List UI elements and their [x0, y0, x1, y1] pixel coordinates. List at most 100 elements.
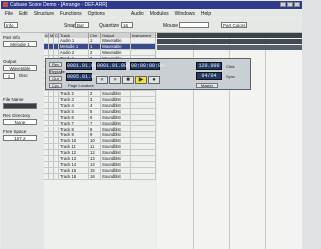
track-name-cell: Track 10	[59, 138, 89, 144]
tempo-display[interactable]: 120.000	[196, 62, 222, 70]
track-instrument-cell	[131, 114, 156, 120]
track-instrument-cell	[131, 91, 156, 96]
channel-field[interactable]: 1	[3, 73, 15, 79]
file-name-field[interactable]	[3, 103, 37, 109]
menu-options[interactable]: Options	[88, 11, 105, 17]
track-channel-cell: 1	[89, 38, 101, 43]
track-channel-cell: 14	[89, 161, 101, 167]
punch-out-button[interactable]: Out	[49, 76, 62, 81]
left-locator-display[interactable]: 0001.01.000	[66, 62, 100, 70]
track-instrument-cell	[131, 138, 156, 144]
menu-edit[interactable]: Edit	[19, 11, 28, 17]
track-name-cell: Track 4	[59, 102, 89, 108]
punch-in-button[interactable]: Rec	[49, 62, 62, 67]
menu-audio[interactable]: Audio	[131, 11, 144, 17]
track-name-cell: Track 3	[59, 97, 89, 102]
track-output-cell: Soundblst	[101, 102, 131, 108]
menu-file[interactable]: File	[5, 11, 13, 17]
track-channel-cell: 8	[89, 126, 101, 132]
track-channel-cell: 1	[89, 43, 101, 49]
quantize-label: Quantize	[99, 23, 120, 29]
right-locator-display[interactable]: 0005.01.000	[66, 73, 100, 81]
track-name-cell: Track 16	[59, 173, 89, 179]
stop-button[interactable]: ■	[122, 76, 134, 84]
track-name-cell: Track 9	[59, 132, 89, 138]
track-channel-cell: 2	[89, 49, 101, 55]
track-name-cell: Track 5	[59, 108, 89, 114]
track-output-cell: Wavetable	[101, 43, 131, 49]
track-instrument-cell	[131, 97, 156, 102]
track-instrument-cell	[131, 43, 156, 49]
track-output-cell: Soundblst	[101, 132, 131, 138]
track-name-cell: Track 15	[59, 167, 89, 173]
info-toggle[interactable]: Info	[4, 22, 18, 28]
part-melodie[interactable]	[157, 39, 302, 44]
track-instrument-cell	[131, 144, 156, 150]
track-channel-cell: 2	[89, 91, 101, 96]
track-instrument-cell	[131, 156, 156, 161]
output-select[interactable]: Wavetable	[3, 65, 37, 71]
track-channel-cell: 10	[89, 138, 101, 144]
track-name-cell: Audio 2	[59, 49, 89, 55]
track-instrument-cell	[131, 173, 156, 179]
forward-button[interactable]: »	[109, 76, 121, 84]
track-channel-cell: 15	[89, 167, 101, 173]
menu-windows[interactable]: Windows	[175, 11, 195, 17]
track-instrument-cell	[131, 132, 156, 138]
track-output-cell: Soundblst	[101, 120, 131, 126]
track-row[interactable]: Track 16 16 Soundblst	[44, 173, 156, 180]
track-output-cell: Wavetable	[101, 38, 131, 43]
menu-structure[interactable]: Structure	[34, 11, 54, 17]
track-channel-cell: 16	[89, 173, 101, 179]
free-space-value: 107.2	[3, 135, 37, 141]
menu-bar: File Edit Structure Functions Options Au…	[1, 10, 302, 17]
track-instrument-cell	[131, 38, 156, 43]
snap-select[interactable]: Bar	[75, 22, 89, 28]
track-output-cell: Soundblst	[101, 150, 131, 155]
signature-display[interactable]: 04/04	[196, 72, 222, 80]
smpte-display[interactable]: 00:00:00:00	[130, 62, 164, 70]
close-button[interactable]	[294, 2, 300, 7]
track-instrument-cell	[131, 108, 156, 114]
track-channel-cell: 11	[89, 144, 101, 150]
app-icon[interactable]	[3, 2, 8, 7]
title-bar: Cubase Score Demo - [Arrange - DEF.ARR]	[1, 1, 302, 9]
song-position-display[interactable]: 0001.01.000	[96, 62, 130, 70]
track-instrument-cell	[131, 161, 156, 167]
track-output-cell: Soundblst	[101, 173, 131, 179]
window-title: Cubase Score Demo - [Arrange - DEF.ARR]	[10, 2, 108, 8]
track-output-cell: Soundblst	[101, 126, 131, 132]
rec-mode-button[interactable]: Replace	[49, 69, 65, 74]
rec-directory-field[interactable]: None	[3, 119, 37, 125]
track-name-cell: Track 2	[59, 91, 89, 96]
mouse-position-field	[179, 22, 209, 28]
click-label[interactable]: Click	[226, 64, 235, 69]
track-channel-cell: 6	[89, 114, 101, 120]
track-name-cell: Track 14	[59, 161, 89, 167]
part-colors-select[interactable]: Part Colors	[221, 22, 247, 28]
menu-modules[interactable]: Modules	[150, 11, 169, 17]
cubase-window: Cubase Score Demo - [Arrange - DEF.ARR] …	[0, 0, 321, 249]
minimize-button[interactable]	[280, 2, 286, 7]
part-name-field[interactable]: Melodie 1	[3, 41, 37, 47]
part-audio[interactable]	[157, 45, 302, 50]
quantize-select[interactable]: 16	[121, 22, 133, 28]
page-locators-label: Page Locators	[68, 83, 94, 88]
menu-help[interactable]: Help	[201, 11, 211, 17]
inspector-panel: Part Info Melodie 1 Output Wavetable 1 D…	[1, 33, 45, 249]
sync-label[interactable]: Sync	[226, 74, 235, 79]
track-instrument-cell	[131, 49, 156, 55]
track-channel-cell: 4	[89, 102, 101, 108]
record-button[interactable]: ●	[148, 76, 160, 84]
maximize-button[interactable]	[287, 2, 293, 7]
cycle-button[interactable]: Cyc	[49, 83, 62, 88]
track-name-cell: Track 7	[59, 120, 89, 126]
track-channel-cell: 9	[89, 132, 101, 138]
free-space-label: Free Space	[3, 129, 27, 134]
track-name-cell: Track 13	[59, 156, 89, 161]
menu-functions[interactable]: Functions	[60, 11, 82, 17]
play-button[interactable]: ▶	[135, 76, 147, 84]
track-instrument-cell	[131, 150, 156, 155]
rewind-button[interactable]: «	[96, 76, 108, 84]
master-button[interactable]: Master	[196, 83, 218, 88]
